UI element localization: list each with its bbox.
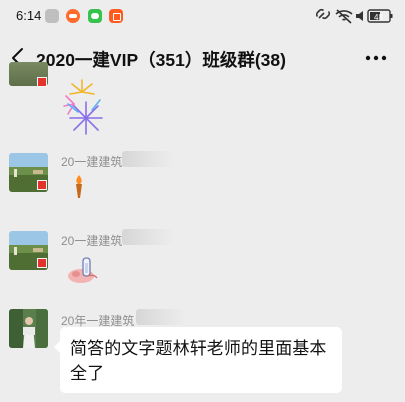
more-dots-icon xyxy=(365,55,387,61)
message-bubble[interactable]: 简答的文字题林轩老师的里面基本全了 xyxy=(54,327,342,393)
link-icon xyxy=(315,8,331,20)
status-time: 6:14 xyxy=(16,8,42,23)
status-bar: 6:14 48 xyxy=(0,0,405,32)
redacted-name xyxy=(136,309,184,325)
redacted-name xyxy=(122,151,172,167)
mute-icon xyxy=(356,11,363,21)
message-text: 简答的文字题林轩老师的里面基本全了 xyxy=(70,339,327,383)
sender-name: 20一建建筑 xyxy=(61,234,123,248)
avatar[interactable] xyxy=(9,309,48,348)
chat-title: 2020一建VIP（351）班级群(38) xyxy=(36,50,286,70)
wechat-notification-icon xyxy=(88,9,102,23)
flag-badge xyxy=(37,258,47,268)
notification-chat-icon xyxy=(66,9,80,23)
status-icons: 48 xyxy=(315,6,395,26)
flag-badge xyxy=(37,180,47,190)
fireworks-sticker[interactable] xyxy=(58,74,110,140)
notification-app-icon xyxy=(109,9,123,23)
notification-app-icon xyxy=(45,9,59,23)
more-options-button[interactable] xyxy=(361,46,391,70)
torch-sticker[interactable] xyxy=(71,174,87,200)
flag-badge xyxy=(37,77,47,87)
wifi-off-icon xyxy=(335,9,353,24)
redacted-name xyxy=(122,229,172,245)
sender-name: 20一建建筑 xyxy=(61,155,123,169)
battery-level: 48 xyxy=(374,13,383,22)
hand-sticker[interactable] xyxy=(66,254,100,286)
